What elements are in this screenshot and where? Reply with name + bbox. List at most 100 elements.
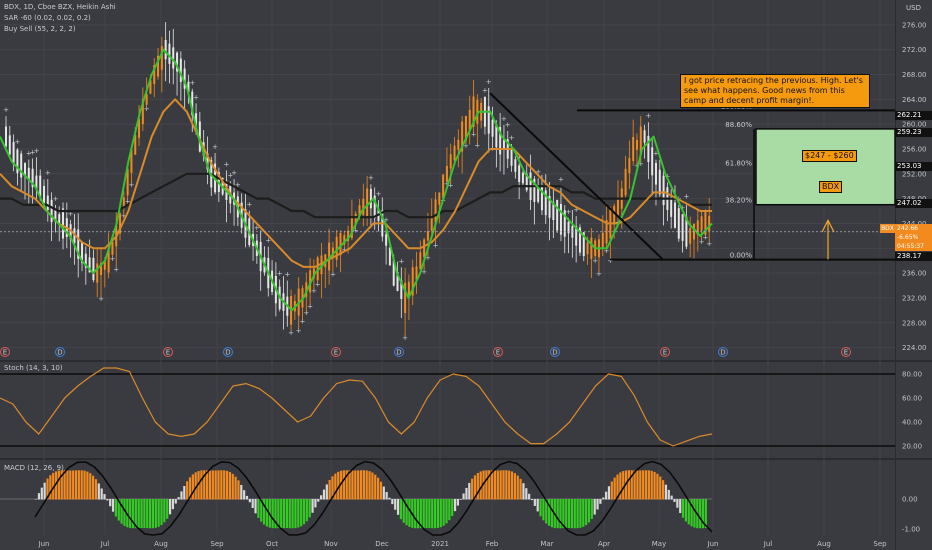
- candle-body: [362, 198, 365, 215]
- macd-histogram-bar: [183, 486, 186, 500]
- macd-histogram-bar: [214, 470, 217, 500]
- macd-histogram-bar: [377, 477, 380, 500]
- macd-histogram-bar: [664, 484, 668, 500]
- sar-dot: +: [284, 271, 290, 279]
- macd-histogram-bar: [465, 487, 468, 500]
- sar-dot: +: [189, 79, 195, 87]
- macd-histogram-bar: [365, 470, 368, 500]
- sar-indicator-line: SAR -60 (0.02, 0.02, 0.2): [4, 14, 91, 22]
- sar-dot: +: [144, 105, 150, 113]
- macd-histogram-bar: [596, 499, 599, 510]
- macd-histogram-bar: [348, 470, 351, 500]
- x-tick-label: Sep: [210, 540, 224, 548]
- macd-histogram-bar: [63, 470, 66, 500]
- price-range-tag[interactable]: $247 - $260: [802, 150, 857, 162]
- macd-histogram-bar: [602, 497, 605, 500]
- macd-histogram-bar: [248, 499, 251, 503]
- x-tick-label: Sep: [873, 540, 887, 548]
- macd-histogram-bar: [522, 483, 525, 500]
- price-label-262: 262.21: [895, 111, 932, 120]
- symbol-tag[interactable]: BDX: [819, 181, 843, 193]
- macd-histogram-bar: [311, 499, 314, 513]
- macd-histogram-bar: [636, 470, 639, 500]
- candle-body: [111, 241, 114, 255]
- macd-histogram-bar: [291, 499, 294, 529]
- macd-histogram-bar: [297, 499, 300, 528]
- macd-histogram-bar: [659, 476, 662, 500]
- sar-dot: +: [231, 169, 237, 177]
- event-marker-label: E: [334, 349, 338, 357]
- macd-histogram-bar: [94, 479, 98, 500]
- macd-histogram-bar: [254, 499, 257, 514]
- macd-histogram-bar: [66, 470, 69, 500]
- x-tick-label: Feb: [486, 540, 499, 548]
- price-axis-border: [895, 0, 896, 550]
- macd-histogram-bar: [322, 489, 326, 500]
- macd-histogram-bar: [442, 499, 445, 526]
- macd-histogram-bar: [359, 470, 363, 500]
- y-tick-label: 252.00: [902, 170, 927, 178]
- price-label-238: 238.17: [895, 252, 932, 261]
- x-tick-label: Jun: [38, 540, 50, 548]
- event-marker-label: E: [844, 349, 848, 357]
- sar-dot: +: [330, 271, 336, 279]
- x-tick-label: Mar: [540, 540, 553, 548]
- macd-histogram-bar: [425, 499, 428, 529]
- macd-histogram-bar: [251, 499, 254, 509]
- y-tick-label: 232.00: [902, 294, 927, 302]
- macd-histogram-bar: [74, 470, 78, 500]
- candle-body: [689, 228, 692, 244]
- candle-body: [92, 257, 95, 280]
- macd-histogram-bar: [357, 470, 360, 500]
- candle-body: [426, 231, 429, 241]
- macd-histogram-bar: [679, 499, 682, 514]
- candle-body: [419, 252, 422, 270]
- candle-body: [616, 197, 619, 217]
- macd-histogram-bar: [627, 470, 630, 500]
- macd-histogram-bar: [414, 499, 417, 529]
- macd-histogram-bar: [567, 499, 571, 529]
- macd-histogram-bar: [80, 470, 83, 500]
- candle-body: [708, 215, 711, 232]
- event-marker-label: E: [663, 349, 667, 357]
- sar-dot: +: [402, 334, 408, 342]
- pane-separator: [0, 458, 932, 460]
- macd-histogram-bar: [111, 499, 115, 512]
- sar-dot: +: [98, 295, 104, 303]
- macd-histogram-bar: [285, 499, 288, 529]
- macd-histogram-bar: [633, 470, 636, 500]
- macd-histogram-bar: [49, 475, 52, 500]
- price-label-259: 259.23: [895, 128, 932, 137]
- macd-histogram-bar: [391, 499, 394, 505]
- macd-histogram-bar: [223, 470, 226, 500]
- x-tick-label: Aug: [154, 540, 168, 548]
- x-tick-label: Jun: [707, 540, 719, 548]
- candle-body: [647, 135, 650, 163]
- y-tick-label: 264.00: [902, 96, 927, 104]
- event-marker-label: D: [720, 349, 725, 357]
- current-price-box: 242.66 -6.65% 04:55:37: [895, 224, 932, 251]
- sar-dot: +: [193, 93, 199, 101]
- x-tick-label: Jul: [763, 540, 773, 548]
- macd-histogram-bar: [570, 499, 573, 529]
- macd-histogram-bar: [593, 499, 596, 515]
- buysell-indicator-line: Buy Sell (55, 2, 2, 2): [4, 25, 76, 33]
- candle-body: [50, 199, 53, 223]
- macd-tick-label: 0.00: [902, 496, 918, 504]
- sar-dot: +: [706, 240, 712, 248]
- candle-body: [491, 119, 494, 137]
- sar-dot: +: [246, 201, 252, 209]
- macd-histogram-bar: [237, 480, 240, 500]
- sar-dot: +: [109, 255, 115, 263]
- symbol-line: BDX, 1D, Cboe BZX, Heikin Ashi: [4, 3, 116, 11]
- macd-histogram-bar: [462, 493, 465, 500]
- current-price: 242.66: [897, 225, 918, 232]
- macd-histogram-bar: [536, 499, 539, 512]
- sar-dot: +: [505, 121, 511, 129]
- macd-histogram-bar: [579, 499, 582, 528]
- candle-body: [487, 106, 490, 134]
- trade-note[interactable]: I got price retracing the previous. High…: [680, 74, 870, 108]
- macd-histogram-bar: [451, 499, 454, 517]
- macd-histogram-bar: [305, 499, 308, 522]
- macd-histogram-bar: [57, 470, 60, 500]
